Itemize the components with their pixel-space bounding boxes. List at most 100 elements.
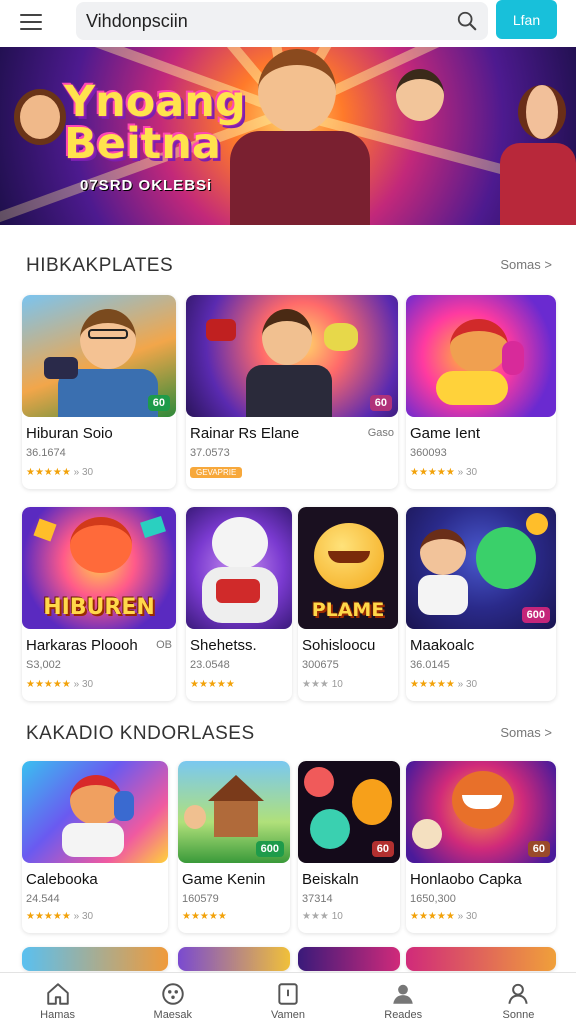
- game-title: Harkaras Ploooh: [26, 637, 138, 654]
- banner-character-right-body: [500, 143, 576, 225]
- game-rating: ★★★★★: [190, 679, 235, 690]
- profile-icon: [508, 983, 529, 1004]
- banner-character-singer-body: [230, 131, 370, 225]
- price-badge: 60: [147, 395, 170, 411]
- game-downloads: 37.0573: [190, 447, 230, 459]
- game-rating: ★★★ 10: [302, 679, 343, 690]
- nav-item-games[interactable]: Maesak: [115, 973, 230, 1024]
- game-rating: ★★★★★ » 30: [410, 911, 478, 922]
- section-more-link-2[interactable]: Somas >: [500, 725, 552, 740]
- banner-character-jumping: [396, 69, 444, 121]
- game-rating: ★★★★★ » 30: [26, 467, 94, 478]
- game-title: Rainar Rs Elane: [190, 425, 300, 442]
- game-card[interactable]: HIBUREN Harkaras Ploooh OB S3,002 ★★★★★ …: [22, 507, 176, 701]
- home-icon: [46, 983, 69, 1005]
- game-rating: ★★★ 10: [302, 911, 343, 922]
- game-downloads: 360093: [410, 447, 447, 459]
- game-title: Sohisloocu: [302, 637, 376, 654]
- game-downloads: 36.1674: [26, 447, 66, 459]
- content-area: HIBKAKPLATES Somas > 60 Hiburan Soio 36.…: [0, 225, 576, 971]
- game-title: Calebooka: [26, 871, 98, 888]
- game-card[interactable]: Game Ient 360093 ★★★★★ » 30: [406, 295, 556, 489]
- game-rating: ★★★★★: [182, 911, 227, 922]
- apps-icon: [278, 983, 298, 1005]
- thumbnail-logo-text: HIBUREN: [43, 595, 155, 620]
- game-thumbnail: 60: [406, 761, 556, 863]
- section-title-1: HIBKAKPLATES: [26, 255, 174, 276]
- game-thumbnail: HIBUREN: [22, 507, 176, 629]
- game-card[interactable]: 60 Beiskaln 37314 ★★★ 10: [298, 761, 400, 933]
- game-thumbnail: PLAME: [298, 507, 398, 629]
- game-title: Game Kenin: [182, 871, 266, 888]
- game-card[interactable]: Calebooka 24.544 ★★★★★ » 30: [22, 761, 168, 933]
- game-title: Game Ient: [410, 425, 481, 442]
- game-title: Honlaobo Capka: [410, 871, 522, 888]
- top-bar: Vihdonpsciin Lfan: [0, 0, 576, 46]
- game-rating: ★★★★★ » 30: [410, 467, 478, 478]
- game-thumbnail: 60: [298, 761, 400, 863]
- banner-title: Ynoang Beitna: [64, 77, 246, 169]
- search-button[interactable]: Lfan: [496, 0, 557, 39]
- bottom-navigation: Hamas Maesak Vamen Reades Sonne: [0, 972, 576, 1024]
- person-icon: [393, 984, 413, 1004]
- game-downloads: S3,002: [26, 659, 61, 671]
- game-card-partial[interactable]: [22, 947, 168, 971]
- game-rating: ★★★★★ » 30: [410, 679, 478, 690]
- game-card-partial[interactable]: [178, 947, 290, 971]
- game-rating: ★★★★★ » 30: [26, 911, 94, 922]
- menu-icon[interactable]: [20, 8, 54, 36]
- game-downloads: 1650,300: [410, 893, 456, 905]
- game-card-partial[interactable]: [406, 947, 556, 971]
- game-downloads: 37314: [302, 893, 333, 905]
- section-title-2: KAKADIO KNDORLASES: [26, 723, 255, 744]
- game-card[interactable]: Shehetss. 23.0548 ★★★★★: [186, 507, 292, 701]
- game-thumbnail: 60: [22, 295, 176, 417]
- game-title: Maakoalc: [410, 637, 475, 654]
- banner-character-right: [518, 85, 566, 139]
- nav-item-apps[interactable]: Vamen: [230, 973, 345, 1024]
- game-genre-pill: GEVAPRIE: [190, 467, 243, 478]
- game-title: Beiskaln: [302, 871, 359, 888]
- banner-character-left: [14, 89, 66, 145]
- nav-item-home[interactable]: Hamas: [0, 973, 115, 1024]
- game-thumbnail: [186, 507, 292, 629]
- game-thumbnail: [406, 295, 556, 417]
- game-card[interactable]: 600 Game Kenin 160579 ★★★★★: [178, 761, 290, 933]
- nav-item-profile[interactable]: Sonne: [461, 973, 576, 1024]
- game-tag: Gaso: [367, 427, 394, 439]
- hero-banner[interactable]: Ynoang Beitna 07SRD OKLEBSi: [0, 47, 576, 225]
- price-badge: 600: [521, 607, 550, 623]
- price-badge: 60: [369, 395, 392, 411]
- nav-item-readers[interactable]: Reades: [346, 973, 461, 1024]
- game-title: Shehetss.: [190, 637, 257, 654]
- game-card-partial[interactable]: [298, 947, 400, 971]
- search-input[interactable]: Vihdonpsciin: [86, 11, 188, 32]
- price-badge: 60: [527, 841, 550, 857]
- game-downloads: 23.0548: [190, 659, 230, 671]
- banner-character-singer: [258, 49, 336, 133]
- thumbnail-logo-text: PLAME: [311, 599, 385, 621]
- game-thumbnail: 60: [186, 295, 398, 417]
- game-card[interactable]: PLAME Sohisloocu 300675 ★★★ 10: [298, 507, 398, 701]
- game-downloads: 36.0145: [410, 659, 450, 671]
- game-thumbnail: [22, 761, 168, 863]
- search-icon[interactable]: [456, 10, 478, 32]
- game-downloads: 24.544: [26, 893, 60, 905]
- price-badge: 600: [255, 841, 284, 857]
- games-icon: [162, 983, 184, 1005]
- game-card[interactable]: 60 Rainar Rs Elane Gaso 37.0573 GEVAPRIE: [186, 295, 398, 489]
- game-tag: OB: [156, 639, 172, 651]
- price-badge: 60: [371, 841, 394, 857]
- game-title: Hiburan Soio: [26, 425, 113, 442]
- banner-subtitle: 07SRD OKLEBSi: [80, 177, 213, 194]
- game-card[interactable]: 60 Hiburan Soio 36.1674 ★★★★★ » 30: [22, 295, 176, 489]
- game-card[interactable]: 600 Maakoalc 36.0145 ★★★★★ » 30: [406, 507, 556, 701]
- game-downloads: 160579: [182, 893, 219, 905]
- game-thumbnail: 600: [178, 761, 290, 863]
- game-thumbnail: 600: [406, 507, 556, 629]
- search-field[interactable]: Vihdonpsciin: [76, 2, 488, 40]
- section-more-link-1[interactable]: Somas >: [500, 257, 552, 272]
- game-card[interactable]: 60 Honlaobo Capka 1650,300 ★★★★★ » 30: [406, 761, 556, 933]
- game-downloads: 300675: [302, 659, 339, 671]
- game-rating: ★★★★★ » 30: [26, 679, 94, 690]
